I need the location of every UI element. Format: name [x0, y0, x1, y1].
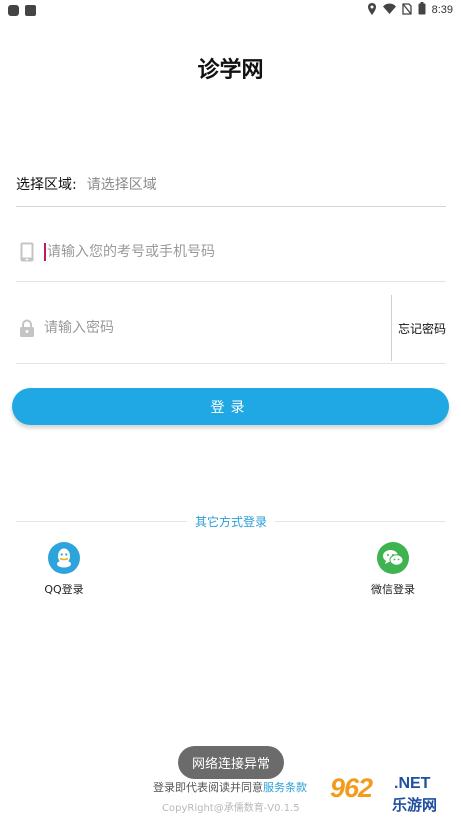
watermark-number: 962 — [330, 773, 373, 803]
copyright-text: CopyRight@承儒数育-V0.1.5 — [162, 803, 300, 814]
battery-icon — [418, 2, 426, 18]
qq-login-label: QQ登录 — [44, 583, 84, 596]
site-watermark-logo: 962 .NET 乐游网 — [322, 772, 455, 814]
status-left — [8, 4, 36, 16]
password-input[interactable] — [44, 313, 385, 343]
wechat-login-label: 微信登录 — [371, 583, 415, 596]
notification-icon — [8, 4, 19, 16]
phone-icon — [18, 242, 36, 262]
toast-message: 网络连接异常 — [178, 746, 285, 779]
other-login-title: 其它方式登录 — [195, 514, 268, 529]
divider-line-right — [275, 520, 447, 522]
qq-login-button[interactable]: QQ登录 — [32, 542, 96, 597]
app-notification-icon — [25, 4, 36, 16]
text-caret — [44, 242, 46, 261]
account-input[interactable] — [47, 236, 446, 267]
region-label: 选择区域: — [16, 177, 77, 193]
status-bar: 8:39 — [0, 0, 461, 20]
watermark-net: .NET — [394, 775, 431, 792]
agreement-text: 登录即代表阅读并同意服务条款 — [153, 779, 307, 795]
region-placeholder[interactable]: 请选择区域 — [87, 174, 157, 194]
terms-link[interactable]: 服务条款 — [263, 781, 307, 794]
agreement-prefix: 登录即代表阅读并同意 — [153, 781, 263, 794]
wechat-login-button[interactable]: 微信登录 — [361, 542, 425, 597]
account-field[interactable] — [16, 222, 446, 282]
location-icon — [367, 2, 377, 18]
divider-line-left — [16, 520, 187, 522]
qq-icon — [48, 542, 80, 574]
no-sim-icon — [401, 2, 412, 18]
other-login-divider: 其它方式登录 — [16, 513, 447, 529]
region-selector[interactable]: 选择区域: 请选择区域 — [16, 162, 446, 207]
login-button[interactable]: 登录 — [12, 388, 449, 425]
watermark-site: 乐游网 — [392, 796, 438, 814]
lock-icon — [18, 318, 36, 338]
status-right: 8:39 — [367, 2, 453, 18]
page-title: 诊学网 — [197, 58, 264, 83]
forgot-password-link[interactable]: 忘记密码 — [392, 320, 446, 337]
clock: 8:39 — [431, 4, 453, 16]
wechat-icon — [377, 542, 409, 574]
wifi-icon — [382, 3, 396, 17]
password-field[interactable]: 忘记密码 — [16, 293, 446, 364]
